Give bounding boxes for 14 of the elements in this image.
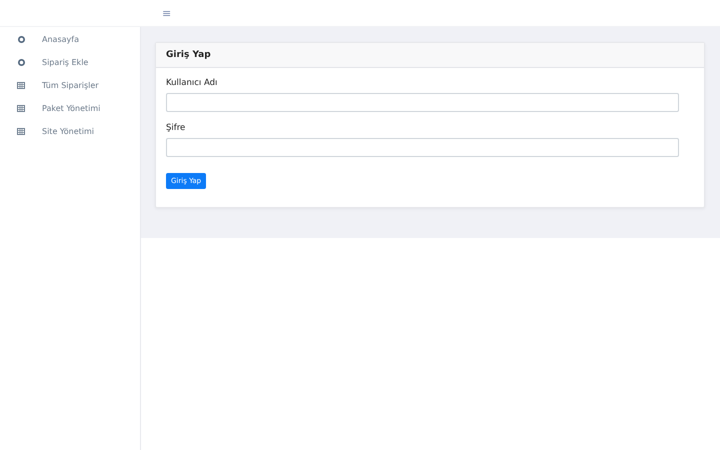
- sidebar-item[interactable]: Site Yönetimi: [42, 127, 94, 136]
- menu-icon[interactable]: ≡: [162, 6, 172, 20]
- field-label: Şifre: [166, 123, 186, 133]
- input-field[interactable]: [166, 93, 679, 112]
- sidebar-item[interactable]: Tüm Siparişler: [42, 81, 99, 90]
- sidebar-item[interactable]: Anasayfa: [42, 35, 79, 44]
- sidebar-item[interactable]: Paket Yönetimi: [42, 104, 100, 113]
- card-title: Giriş Yap: [156, 43, 704, 68]
- table-icon: [17, 128, 25, 135]
- input-field[interactable]: [166, 138, 679, 157]
- table-icon: [17, 82, 25, 89]
- field-label: Kullanıcı Adı: [166, 78, 218, 88]
- sidebar-item[interactable]: Sipariş Ekle: [42, 58, 88, 67]
- table-icon: [17, 105, 25, 112]
